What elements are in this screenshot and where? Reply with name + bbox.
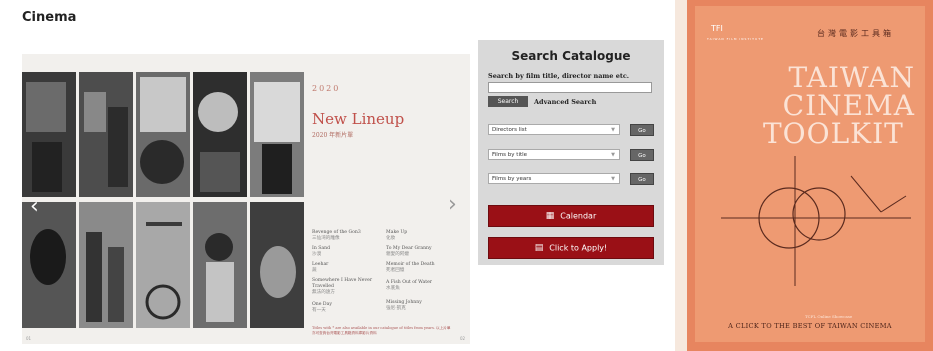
clipboard-icon: ▤	[534, 243, 544, 253]
film-entry: Somewhere I Have Never Travelled 無法的遠方	[312, 278, 373, 295]
lineup-year: 2020	[312, 84, 341, 93]
search-catalogue-title: Search Catalogue	[511, 49, 631, 63]
next-slide-arrow-icon[interactable]: ›	[448, 192, 457, 217]
toolkit-chinese-title: 台灣電影工具箱	[817, 29, 894, 38]
go-button-directors[interactable]: Go	[630, 124, 654, 136]
lineup-slideshow[interactable]: 2020 New Lineup 2020 年新片單 Revenge of the…	[22, 54, 470, 344]
chevron-down-icon: ▼	[611, 176, 615, 182]
film-entry: Missing Johnny 強尼·凱克	[386, 300, 422, 311]
toolkit-title-line2: CINEMA	[782, 89, 915, 122]
toolkit-title-line3: TOOLKIT	[763, 117, 904, 150]
prev-slide-arrow-icon[interactable]: ‹	[30, 194, 39, 219]
film-entry: In Sand 沙漠	[312, 246, 331, 257]
tfi-logo-subtitle: TAIWAN FILM INSTITUTE	[707, 37, 764, 41]
toolkit-graphic	[721, 156, 911, 286]
go-button-years[interactable]: Go	[630, 173, 654, 185]
film-entry: A Fish Out of Water 水底魚	[386, 280, 432, 291]
lineup-heading: New Lineup	[312, 110, 405, 128]
film-entry: Leehar 蔬	[312, 262, 329, 273]
page-number-right: 02	[460, 336, 466, 341]
film-entry: To My Dear Granny 親愛的阿嬤	[386, 246, 432, 257]
films-by-title-select[interactable]: Films by title ▼	[488, 149, 620, 160]
directors-list-select[interactable]: Directors list ▼	[488, 124, 620, 135]
film-entry: Revenge of the Gon3 三仙湾的雕像	[312, 230, 361, 241]
film-entry: One Day 有一天	[312, 302, 332, 313]
calendar-button[interactable]: ▦ Calendar	[488, 205, 654, 227]
advanced-search-link[interactable]: Advanced Search	[534, 98, 596, 106]
toolkit-tagline: A CLICK TO THE BEST OF TAIWAN CINEMA	[728, 322, 892, 330]
film-stills-collage	[22, 72, 304, 328]
chevron-down-icon: ▼	[611, 127, 615, 133]
lineup-subheading: 2020 年新片單	[312, 132, 354, 139]
lineup-footnote: Titles with * are also available in our …	[312, 326, 451, 335]
calendar-icon: ▦	[545, 211, 555, 221]
films-by-years-select[interactable]: Films by years ▼	[488, 173, 620, 184]
search-catalogue-panel: Search Catalogue Search by film title, d…	[478, 40, 664, 265]
apply-button[interactable]: ▤ Click to Apply!	[488, 237, 654, 259]
toolkit-title-line1: TAIWAN	[788, 61, 915, 94]
tfi-logo: TFI	[711, 24, 723, 33]
film-entry: Make Up 化妝	[386, 230, 408, 241]
taiwan-cinema-toolkit-banner[interactable]: TFI TAIWAN FILM INSTITUTE 台灣電影工具箱 TAIWAN…	[687, 0, 933, 351]
chevron-down-icon: ▼	[611, 152, 615, 158]
page-title: Cinema	[22, 10, 77, 25]
search-button[interactable]: Search	[488, 96, 528, 107]
search-input[interactable]	[488, 82, 652, 93]
go-button-title[interactable]: Go	[630, 149, 654, 161]
toolkit-cover: TFI TAIWAN FILM INSTITUTE 台灣電影工具箱 TAIWAN…	[695, 6, 925, 342]
toolkit-small-text: TCFL Online Showcase	[805, 314, 853, 319]
film-entry: Memoir of the Death 死者回憶	[386, 262, 435, 273]
page-number-left: 01	[26, 336, 32, 341]
search-label: Search by film title, director name etc.	[488, 72, 630, 80]
main-content: Cinema 2020 New Lineup 2020 年新片單 Revenge…	[0, 0, 675, 351]
